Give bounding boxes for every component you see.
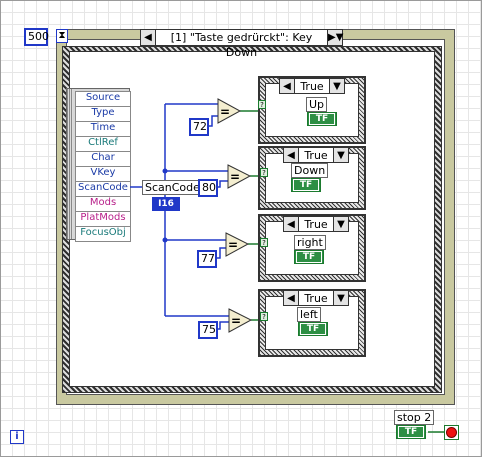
case-selector-right[interactable]: ◀ True ▼ (283, 216, 349, 232)
case-selector-terminal-icon: ? (260, 168, 268, 177)
svg-text:=: = (220, 105, 230, 119)
case-selector-terminal-icon: ? (258, 100, 266, 109)
svg-text:=: = (231, 314, 241, 328)
constant-72[interactable]: 72 (189, 118, 209, 136)
chevron-down-icon[interactable]: ▼ (334, 219, 348, 230)
decrement-arrow-icon[interactable]: ◀ (284, 219, 298, 230)
stop-button-terminal[interactable]: TF (396, 425, 426, 439)
svg-text:=: = (228, 238, 238, 252)
chevron-down-icon[interactable]: ▼ (334, 150, 348, 161)
case-selector-left-value: True (298, 291, 334, 305)
constant-80[interactable]: 80 (198, 179, 218, 197)
string-label-up: Up (306, 97, 328, 112)
case-selector-terminal-icon: ? (260, 312, 268, 321)
decrement-arrow-icon[interactable]: ◀ (284, 150, 298, 161)
wires: = = = = (130, 98, 444, 433)
string-label-left: left (297, 307, 321, 322)
chevron-down-icon[interactable]: ▼ (334, 293, 348, 304)
scancode-type-indicator: I16 (152, 197, 180, 211)
constant-77[interactable]: 77 (197, 250, 217, 268)
case-selector-up[interactable]: ◀ True ▼ (279, 78, 345, 94)
decrement-arrow-icon[interactable]: ◀ (284, 293, 298, 304)
boolean-indicator-up[interactable]: TF (307, 112, 337, 126)
boolean-indicator-down[interactable]: TF (291, 178, 321, 192)
case-selector-left[interactable]: ◀ True ▼ (283, 290, 349, 306)
string-label-right: right (294, 235, 326, 250)
stop-condition-icon[interactable] (444, 425, 459, 440)
stop-label: stop 2 (394, 410, 435, 425)
case-selector-terminal-icon: ? (260, 238, 268, 247)
constant-75[interactable]: 75 (198, 321, 218, 339)
case-selector-down[interactable]: ◀ True ▼ (283, 147, 349, 163)
boolean-indicator-right[interactable]: TF (294, 250, 324, 264)
case-selector-up-value: True (294, 79, 330, 93)
decrement-arrow-icon[interactable]: ◀ (280, 81, 294, 92)
svg-text:=: = (230, 170, 240, 184)
case-selector-right-value: True (298, 217, 334, 231)
boolean-indicator-left[interactable]: TF (298, 322, 328, 336)
case-selector-down-value: True (298, 148, 334, 162)
iteration-terminal[interactable]: i (10, 430, 24, 444)
chevron-down-icon[interactable]: ▼ (330, 81, 344, 92)
string-label-down: Down (291, 163, 329, 178)
scancode-label: ScanCode (142, 180, 203, 195)
